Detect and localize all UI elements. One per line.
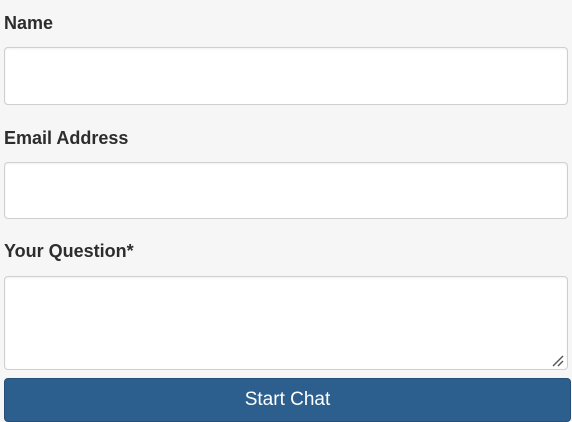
question-textarea[interactable] <box>4 276 568 370</box>
chat-form: Name Email Address Your Question* Start … <box>0 0 572 422</box>
name-input[interactable] <box>4 47 568 105</box>
name-label: Name <box>4 13 54 33</box>
start-chat-button[interactable]: Start Chat <box>4 378 571 422</box>
resize-grip-icon[interactable] <box>550 353 564 367</box>
email-label: Email Address <box>4 128 129 148</box>
question-label: Your Question* <box>4 241 134 261</box>
email-input[interactable] <box>4 162 568 219</box>
